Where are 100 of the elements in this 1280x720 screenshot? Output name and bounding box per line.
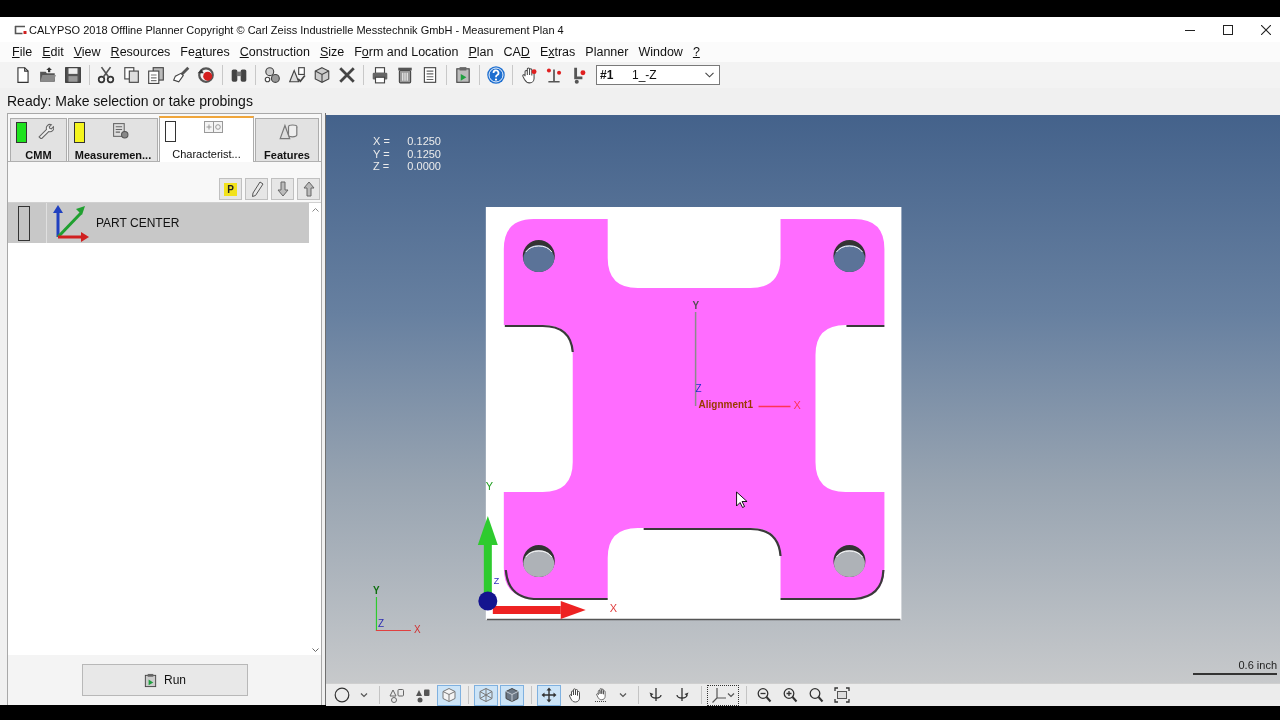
solid-cube-icon <box>504 687 520 703</box>
menu-item[interactable]: View <box>73 45 101 59</box>
part-drawing[interactable] <box>503 219 886 601</box>
menu-item[interactable]: ? <box>692 45 700 59</box>
coordinate-value: 0.1250 <box>406 147 441 160</box>
menu-item[interactable]: Edit <box>42 45 64 59</box>
x-axis-line <box>375 629 412 632</box>
copy-icon[interactable] <box>121 66 140 84</box>
window-title: CALYPSO 2018 Offline Planner Copyright © Carl Zeiss Industrielle Messtechnik GmbH - Measurement Plan 4 <box>29 23 564 36</box>
gears-icon[interactable] <box>262 66 281 84</box>
cube-outline-icon <box>441 687 457 703</box>
tools-icon[interactable] <box>337 66 356 84</box>
menu-item[interactable]: CAD <box>503 45 530 59</box>
probe-points-icon[interactable] <box>544 66 563 84</box>
folder-icon[interactable] <box>38 66 57 84</box>
cube-view-button[interactable] <box>437 684 461 706</box>
scroll-up-icon[interactable] <box>311 207 319 212</box>
axes-button[interactable] <box>707 684 739 706</box>
printer-icon[interactable] <box>370 66 389 84</box>
move-up-button[interactable] <box>297 178 320 200</box>
hand-icon <box>567 687 583 703</box>
coordinate-label: X = <box>373 135 391 148</box>
move-button[interactable] <box>537 684 561 706</box>
edit-button[interactable] <box>245 178 268 200</box>
fit-view-icon <box>834 687 850 703</box>
hand-icon[interactable] <box>519 66 538 84</box>
axis-label: Y <box>372 585 380 596</box>
shapes-check-icon[interactable] <box>287 66 306 84</box>
circle-icon <box>334 687 350 703</box>
axis-label: Y <box>692 300 700 311</box>
cube-icon[interactable] <box>312 66 331 84</box>
axis-label: X <box>609 602 618 614</box>
list-item[interactable]: PART CENTER <box>8 203 309 243</box>
hand-rotate-icon <box>593 687 609 703</box>
zoom-in-icon <box>782 687 798 703</box>
scale-label: 0.6 inch <box>1238 659 1277 671</box>
rotate-icon <box>674 687 690 703</box>
menu-item[interactable]: Features <box>180 45 230 59</box>
axis-label: X <box>793 399 801 411</box>
plan-number: #1 <box>600 68 615 82</box>
run-button[interactable]: Run <box>81 664 248 696</box>
binoculars-icon[interactable] <box>229 66 248 84</box>
app-icon <box>14 24 27 35</box>
scissors-icon[interactable] <box>96 66 115 84</box>
plan-selector[interactable]: #1 1_-Z <box>596 65 720 85</box>
origin-sphere <box>478 591 498 611</box>
scroll-down-icon[interactable] <box>311 648 319 653</box>
wrench-icon <box>37 122 54 139</box>
shapes-icon <box>279 122 298 141</box>
clipboard-icon <box>143 672 158 688</box>
alignment-label: Alignment1 <box>698 399 753 410</box>
axis-label: X <box>413 624 421 635</box>
axes-icon <box>711 687 727 703</box>
save-icon[interactable] <box>63 66 82 84</box>
pointer-icon <box>736 491 748 508</box>
menu-item[interactable]: Resources <box>110 45 171 59</box>
x-axis-line <box>757 405 792 408</box>
menu-item[interactable]: File <box>12 45 33 59</box>
arrow-down-icon <box>276 181 289 197</box>
brush-icon[interactable] <box>171 66 190 84</box>
menu-item[interactable]: Form and Location <box>354 45 459 59</box>
p-button[interactable]: P <box>219 178 242 200</box>
menu-item[interactable]: Construction <box>239 45 310 59</box>
clipboard-icon[interactable] <box>453 66 472 84</box>
search-icon <box>808 687 824 703</box>
y-axis-line <box>375 596 378 632</box>
tab[interactable]: Features <box>255 118 319 161</box>
solid-view-button[interactable] <box>500 684 524 706</box>
wireframe-cube-icon <box>478 687 494 703</box>
menu-item[interactable]: Size <box>319 45 345 59</box>
caret-icon <box>705 72 714 78</box>
coordinate-label: Y = <box>373 147 391 160</box>
shapes-icon <box>415 687 431 703</box>
close-icon[interactable] <box>1261 24 1271 35</box>
help-icon[interactable] <box>486 66 505 84</box>
axis-label: Z <box>377 618 385 629</box>
menu-item[interactable]: Window <box>638 45 683 59</box>
shapes-outline-icon <box>389 687 405 703</box>
trash-icon[interactable] <box>395 66 414 84</box>
coordinate-axes-icon <box>52 204 90 242</box>
menu-item[interactable]: Extras <box>539 45 576 59</box>
move-down-button[interactable] <box>271 178 294 200</box>
tab[interactable]: Characterist... <box>159 116 254 162</box>
tab[interactable]: CMM <box>10 118 67 161</box>
status-message: Ready: Make selection or take probings <box>7 92 253 109</box>
zoom-out-icon <box>756 687 772 703</box>
axis-label: Z <box>493 576 500 586</box>
axis-label: Y <box>485 480 494 492</box>
axis-label: Z <box>695 383 702 394</box>
tab[interactable]: Measuremen... <box>68 118 158 161</box>
pencil-icon <box>249 181 264 197</box>
pages-icon[interactable] <box>146 66 165 84</box>
cad-viewport[interactable]: X = 0.1250 Y = 0.1250 Z = 0.0000 Y Z Alignment1 X Y Z X Y Z X 0.6 inch <box>326 115 1280 683</box>
move-icon <box>541 687 557 703</box>
menu-item[interactable]: Plan <box>468 45 494 59</box>
coordinate-value: 0.0000 <box>406 160 441 173</box>
wireframe-button[interactable] <box>474 684 498 706</box>
coordinate-value: 0.1250 <box>406 135 441 148</box>
menu-item[interactable]: Planner <box>585 45 629 59</box>
maximize-icon[interactable] <box>1223 24 1233 35</box>
